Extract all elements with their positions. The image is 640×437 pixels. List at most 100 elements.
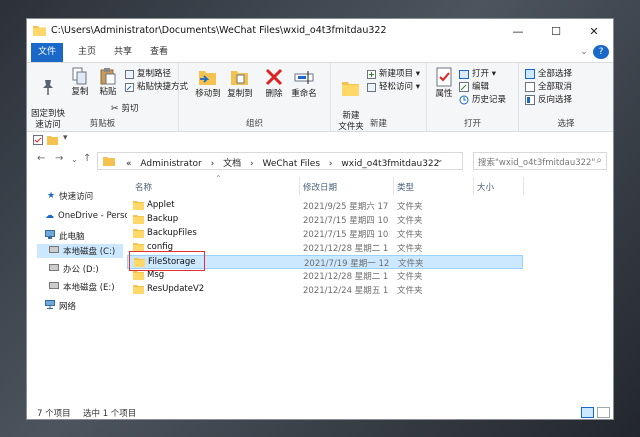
rename-icon [294,71,314,84]
maximize-button[interactable]: ☐ [537,19,575,43]
help-button[interactable]: ? [593,45,609,59]
copy-folder-icon [231,71,248,85]
breadcrumb-separator[interactable]: › [250,159,254,169]
invert-selection-button[interactable]: 反向选择 [525,94,572,106]
column-divider[interactable] [523,177,524,195]
table-row[interactable]: BackupFiles 2021/7/15 星期四 10:... 文件夹 [127,227,523,241]
minimize-button[interactable]: — [499,19,537,43]
select-group: 全部选择 全部取消 反向选择 选择 [519,63,613,131]
close-button[interactable]: ✕ [575,19,613,43]
delete-button[interactable]: 删除 [261,67,287,100]
organize-group: 移动到 复制到 删除 重命名 组织 [179,63,331,131]
copy-button[interactable]: 复制 [67,67,93,98]
copy-to-button[interactable]: 复制到 [225,67,255,100]
nav-drive-e[interactable]: 本地磁盘 (E:) [49,280,115,294]
nav-drive-c[interactable]: 本地磁盘 (C:) [37,244,123,258]
drive-icon [49,264,59,274]
search-box[interactable]: 搜索"wxid_o4t3fmitdau322" ⌕ [473,152,607,170]
new-item-button[interactable]: 新建项目 ▾ [367,68,420,80]
column-name[interactable]: 名称 [135,181,152,193]
properties-checkbox-icon[interactable] [33,135,43,148]
folder-icon [133,285,144,297]
nav-network[interactable]: 网络 [45,299,76,313]
clipboard-group: 固定到快 速访问 复制 粘贴 复制路径 粘贴快捷方式 ✂ 剪切 剪贴板 [27,63,188,131]
rename-button[interactable]: 重命名 [289,67,319,100]
copy-path-button[interactable]: 复制路径 [125,68,171,80]
column-divider[interactable] [393,177,394,195]
clipboard-group-label: 剪贴板 [89,119,116,129]
recent-locations-icon[interactable]: ⌄ [71,155,78,164]
organize-group-label: 组织 [245,119,263,129]
history-button[interactable]: 历史记录 [459,94,506,106]
breadcrumb-separator[interactable]: › [329,159,333,169]
paste-button[interactable]: 粘贴 [95,67,121,98]
paste-icon [100,68,116,85]
select-none-button[interactable]: 全部取消 [525,81,572,93]
nav-this-pc[interactable]: 此电脑 [45,229,85,243]
column-date[interactable]: 修改日期 [303,181,337,193]
breadcrumb-wechat-files[interactable]: WeChat Files [262,159,320,169]
address-dropdown-icon[interactable]: ⌄ [436,155,444,165]
tab-home[interactable]: 主页 [71,43,103,62]
new-folder-icon [342,82,359,96]
address-bar[interactable]: « Administrator › 文档 › WeChat Files › wx… [97,152,463,170]
column-type[interactable]: 类型 [397,181,414,193]
large-icons-view-icon[interactable] [597,407,610,418]
breadcrumb-separator[interactable]: › [211,159,215,169]
select-group-label: 选择 [557,119,575,129]
computer-icon [45,230,55,242]
breadcrumb-overflow[interactable]: « [126,159,132,169]
scissors-icon: ✂ [111,104,119,114]
quick-access-toolbar: ▾ [27,132,613,148]
tab-view[interactable]: 查看 [143,43,175,62]
copy-path-icon [125,69,134,79]
forward-arrow-icon[interactable]: → [55,153,63,164]
column-divider[interactable] [299,177,300,195]
column-divider[interactable] [473,177,474,195]
drive-icon [49,282,59,292]
move-to-button[interactable]: 移动到 [193,67,223,100]
table-row[interactable]: ResUpdateV2 2021/12/24 星期五 1... 文件夹 [127,283,523,297]
select-none-icon [525,82,535,92]
column-size[interactable]: 大小 [477,181,494,193]
nav-quick-access[interactable]: ★ 快速访问 [47,189,93,203]
up-arrow-icon[interactable]: ↑ [83,153,91,164]
collapse-ribbon-icon[interactable]: ⌄ [577,43,591,62]
cut-button[interactable]: ✂ 剪切 [111,103,139,115]
breadcrumb-administrator[interactable]: Administrator [140,159,201,169]
column-header: ⌃ 名称 修改日期 类型 大小 [127,174,613,195]
back-arrow-icon[interactable]: ← [37,153,45,164]
nav-onedrive[interactable]: ☁ OneDrive - Perso [45,209,130,223]
table-row[interactable]: Backup 2021/7/15 星期四 10:... 文件夹 [127,213,523,227]
nav-drive-d[interactable]: 办公 (D:) [49,262,99,276]
annotation-highlight-box [129,251,205,271]
easy-access-button[interactable]: 轻松访问 ▾ [367,81,420,93]
navigation-bar: ← → ⌄ ↑ « Administrator › 文档 › WeChat Fi… [27,149,613,173]
title-bar[interactable]: C:\Users\Administrator\Documents\WeChat … [27,19,613,43]
cloud-icon: ☁ [45,211,54,221]
properties-button[interactable]: 属性 [431,67,457,100]
open-icon [459,70,469,79]
open-button[interactable]: 打开 ▾ [459,68,496,80]
breadcrumb: « Administrator › 文档 › WeChat Files › wx… [126,156,445,169]
properties-icon [436,67,452,87]
tab-file[interactable]: 文件 [31,43,63,62]
edit-button[interactable]: 编辑 [459,81,489,93]
breadcrumb-documents[interactable]: 文档 [223,159,241,169]
tab-share[interactable]: 共享 [107,43,139,62]
table-row[interactable]: Msg 2021/12/28 星期二 1... 文件夹 [127,269,523,283]
search-placeholder: 搜索"wxid_o4t3fmitdau322" [478,158,596,168]
customize-toolbar-icon[interactable]: ▾ [63,133,68,143]
new-folder-small-icon[interactable] [47,135,58,148]
navigation-pane: ★ 快速访问 ☁ OneDrive - Perso 此电脑 本地磁盘 (C:) … [27,177,130,403]
table-row[interactable]: Applet 2021/9/25 星期六 17:... 文件夹 [127,199,523,213]
folder-icon [133,271,144,283]
search-icon[interactable]: ⌕ [596,155,602,166]
open-group: 属性 打开 ▾ 编辑 历史记录 打开 [427,63,519,131]
select-all-button[interactable]: 全部选择 [525,68,572,80]
invert-selection-icon [525,95,535,105]
folder-icon [133,215,144,227]
details-view-icon[interactable] [581,407,594,418]
breadcrumb-wxid[interactable]: wxid_o4t3fmitdau322 [341,159,439,169]
sort-ascending-icon: ⌃ [215,174,222,183]
